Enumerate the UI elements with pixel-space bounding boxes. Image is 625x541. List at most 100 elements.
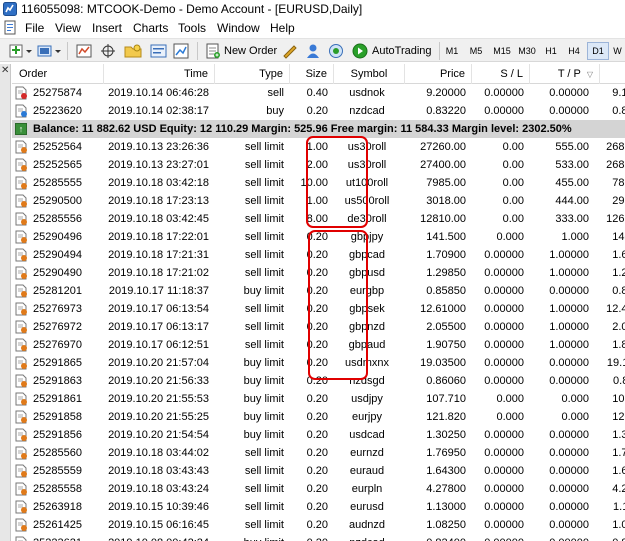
column-header-current-price[interactable]: Price [600,64,625,84]
cell-sl: 0.00000 [484,519,524,531]
terminal-side-strip: ✕ [0,64,11,541]
autotrading-button[interactable]: AutoTrading [351,42,432,60]
pending-order-icon [15,464,27,478]
cell-time: 2019.10.18 17:21:31 [108,249,209,261]
cell-tp: 1.00000 [549,267,589,279]
timeframe-w1[interactable]: W [610,42,625,60]
cell-price: 0.82400 [405,534,466,541]
timeframe-m5[interactable]: M5 [465,42,487,60]
market-button[interactable] [327,42,345,60]
cell-order: 25290500 [33,195,82,207]
market-watch-button[interactable] [76,42,92,60]
pending-order-icon [15,392,27,406]
timeframe-h4[interactable]: H4 [563,42,585,60]
cell-type: buy limit [215,534,284,541]
cell-type: sell limit [244,141,284,153]
highlight-box-gbp-pairs [308,230,368,380]
menu-file[interactable]: File [25,21,44,35]
market-icon [329,44,343,58]
cell-tp: 533.00 [555,159,589,171]
table-header: Order Time Type Size Symbol Price S / L … [12,64,625,84]
cell-tp: 333.00 [555,213,589,225]
cell-sl: 0.00000 [484,465,524,477]
new-order-button[interactable]: New Order [206,42,277,60]
cell-sl: 0.00000 [472,534,524,541]
new-chart-button[interactable] [8,42,34,60]
cell-sl: 0.00 [502,141,524,153]
cell-sl: 0.000 [496,393,524,405]
table-row[interactable]: 25263918 2019.10.15 10:39:46 sell limit 0.2… [12,498,625,516]
cell-sl: 0.00000 [484,285,524,297]
table-row[interactable]: 25291858 2019.10.20 21:55:25 buy limit 0.20… [12,408,625,426]
menu-charts[interactable]: Charts [133,21,168,35]
new-order-label: New Order [224,45,278,57]
column-header-order[interactable]: Order [12,64,104,84]
metaeditor-button[interactable] [281,42,299,60]
table-row[interactable]: 25285558 2019.10.18 03:43:24 sell limit 0.2… [12,480,625,498]
cell-order: 25263918 [33,501,82,513]
close-icon[interactable]: ✕ [1,66,9,76]
cell-time: 2019.10.20 21:57:04 [108,357,209,369]
cell-time: 2019.10.15 06:16:45 [108,519,209,531]
document-icon[interactable] [3,20,18,35]
tester-button[interactable] [173,42,189,60]
column-header-sl[interactable]: S / L [472,64,530,84]
pending-order-icon [15,500,27,514]
menu-help[interactable]: Help [270,21,295,35]
column-header-size[interactable]: Size [290,64,334,84]
pending-order-icon [15,248,27,262]
cell-type: buy limit [243,411,284,423]
column-header-price[interactable]: Price [405,64,472,84]
column-header-time[interactable]: Time [104,64,215,84]
cell-type: sell limit [244,195,284,207]
menu-insert[interactable]: Insert [92,21,122,35]
cell-type: sell limit [244,159,284,171]
signals-icon [307,44,319,58]
cell-size: 0.40 [306,87,328,99]
column-header-tp[interactable]: T / P ▽ [530,64,600,84]
timeframe-d1[interactable]: D1 [587,42,609,60]
cell-tp: 1.00000 [549,339,589,351]
cell-price: 2.05500 [426,321,466,333]
cell-time: 2019.10.17 11:18:37 [108,285,209,297]
menu-tools[interactable]: Tools [178,21,206,35]
timeframe-h1[interactable]: H1 [540,42,562,60]
cell-time: 2019.10.18 03:44:02 [108,447,209,459]
cell-current-price: 1.31306 [612,429,625,441]
table-row[interactable]: 25275874 2019.10.14 06:46:28 sell 0.40 usdno… [12,84,625,102]
table-row[interactable]: 252236212019.10.08 00:42:24 buy limit 0.20… [12,534,625,541]
pending-order-icon [15,212,27,226]
menu-view[interactable]: View [55,21,81,35]
crosshair-button[interactable] [100,42,116,60]
cell-tp: 0.00000 [530,534,589,541]
cell-type: sell limit [244,483,284,495]
cell-order: 25290494 [33,249,82,261]
cell-tp: 0.000 [561,393,589,405]
pending-order-icon [15,374,27,388]
column-header-symbol[interactable]: Symbol [334,64,405,84]
table-row[interactable]: 25291856 2019.10.20 21:54:54 buy limit 0.20… [12,426,625,444]
navigator-button[interactable] [124,42,142,60]
column-header-type[interactable]: Type [215,64,290,84]
table-row[interactable]: 25285560 2019.10.18 03:44:02 sell limit 0.2… [12,444,625,462]
menu-window[interactable]: Window [217,21,260,35]
table-row[interactable]: 25291861 2019.10.20 21:55:53 buy limit 0.20… [12,390,625,408]
cell-sl: 0.00000 [484,447,524,459]
cell-size: 0.20 [306,483,328,495]
timeframe-m1[interactable]: M1 [441,42,463,60]
cell-price: 3018.00 [426,195,466,207]
pending-order-icon [15,176,27,190]
cell-time: 2019.10.18 03:43:24 [108,483,209,495]
profiles-button[interactable] [36,42,64,60]
table-row[interactable]: 25223620 2019.10.14 02:38:17 buy 0.20 nzdcad… [12,102,625,120]
signals-button[interactable] [304,42,322,60]
cell-tp: 1.000 [561,231,589,243]
table-row[interactable]: 25261425 2019.10.15 06:16:45 sell limit 0.2… [12,516,625,534]
timeframe-m15[interactable]: M15 [490,42,514,60]
balance-summary-text: Balance: 11 882.62 USD Equity: 12 110.29… [33,123,572,135]
timeframe-m30[interactable]: M30 [515,42,539,60]
terminal-button[interactable] [150,42,168,60]
table-row[interactable]: 25285559 2019.10.18 03:43:43 sell limit 0.2… [12,462,625,480]
pending-order-icon [15,140,27,154]
cell-size: 0.20 [290,534,328,541]
